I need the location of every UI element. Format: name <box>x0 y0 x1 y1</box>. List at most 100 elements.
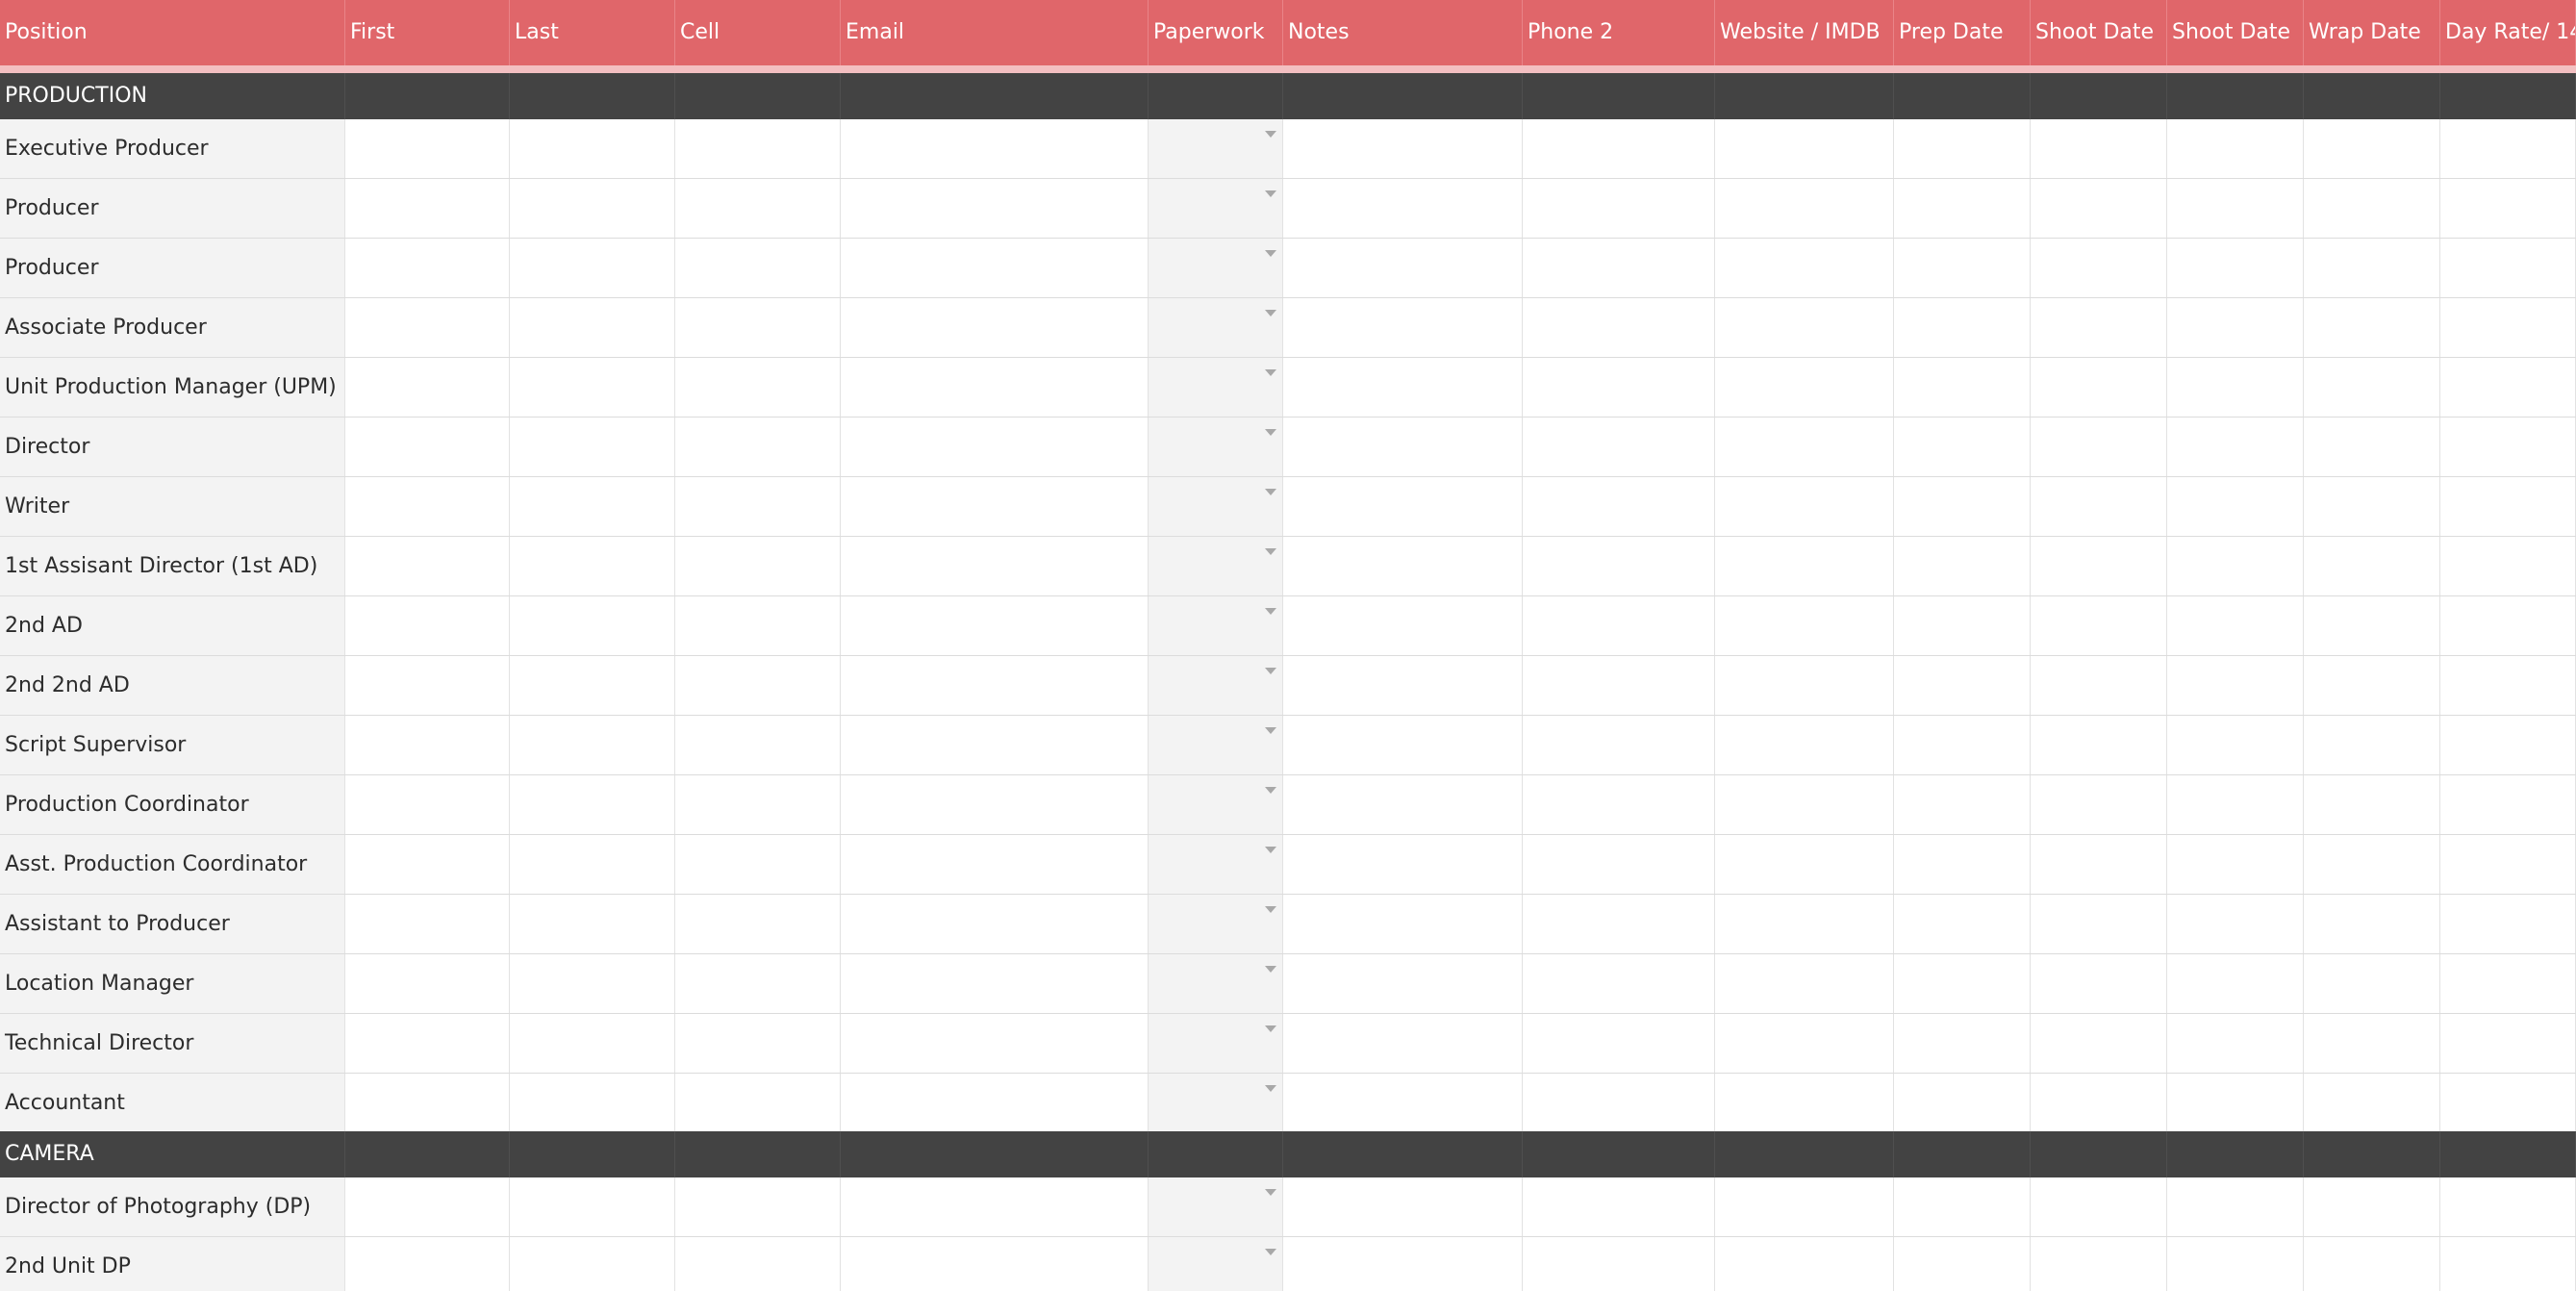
notes-cell[interactable] <box>1283 298 1523 357</box>
wrap-date-cell[interactable] <box>2304 656 2440 715</box>
shoot-date-2-cell[interactable] <box>2167 1074 2304 1132</box>
position-cell[interactable]: Technical Director <box>0 1014 345 1073</box>
paperwork-dropdown[interactable] <box>1149 1014 1283 1073</box>
first-cell[interactable] <box>345 477 510 536</box>
shoot-date-2-cell[interactable] <box>2167 239 2304 297</box>
last-cell[interactable] <box>510 596 675 655</box>
cell-cell[interactable] <box>675 418 841 476</box>
cell-cell[interactable] <box>675 239 841 297</box>
position-cell[interactable]: Director of Photography (DP) <box>0 1177 345 1236</box>
wrap-date-cell[interactable] <box>2304 119 2440 178</box>
notes-cell[interactable] <box>1283 179 1523 238</box>
email-cell[interactable] <box>841 835 1149 894</box>
first-cell[interactable] <box>345 179 510 238</box>
phone-2-cell[interactable] <box>1523 1237 1715 1291</box>
shoot-date-cell[interactable] <box>2031 1014 2167 1073</box>
paperwork-dropdown[interactable] <box>1149 239 1283 297</box>
website-imdb-cell[interactable] <box>1715 119 1894 178</box>
shoot-date-cell[interactable] <box>2031 775 2167 834</box>
phone-2-cell[interactable] <box>1523 119 1715 178</box>
day-rate-cell[interactable] <box>2440 477 2576 536</box>
dropdown-arrow-icon[interactable] <box>1265 310 1276 316</box>
phone-2-cell[interactable] <box>1523 179 1715 238</box>
wrap-date-cell[interactable] <box>2304 477 2440 536</box>
email-cell[interactable] <box>841 954 1149 1013</box>
cell-cell[interactable] <box>675 895 841 953</box>
cell-cell[interactable] <box>675 477 841 536</box>
cell-cell[interactable] <box>675 119 841 178</box>
prep-date-cell[interactable] <box>1894 596 2031 655</box>
phone-2-cell[interactable] <box>1523 418 1715 476</box>
shoot-date-2-cell[interactable] <box>2167 596 2304 655</box>
shoot-date-2-cell[interactable] <box>2167 775 2304 834</box>
website-imdb-cell[interactable] <box>1715 716 1894 774</box>
shoot-date-cell[interactable] <box>2031 239 2167 297</box>
wrap-date-cell[interactable] <box>2304 298 2440 357</box>
last-cell[interactable] <box>510 1177 675 1236</box>
notes-cell[interactable] <box>1283 1074 1523 1132</box>
email-cell[interactable] <box>841 1177 1149 1236</box>
last-cell[interactable] <box>510 298 675 357</box>
shoot-date-cell[interactable] <box>2031 1177 2167 1236</box>
shoot-date-2-cell[interactable] <box>2167 298 2304 357</box>
notes-cell[interactable] <box>1283 835 1523 894</box>
cell-cell[interactable] <box>675 954 841 1013</box>
notes-cell[interactable] <box>1283 537 1523 595</box>
last-cell[interactable] <box>510 477 675 536</box>
dropdown-arrow-icon[interactable] <box>1265 787 1276 794</box>
column-header-email[interactable]: Email <box>841 0 1149 65</box>
wrap-date-cell[interactable] <box>2304 537 2440 595</box>
cell-cell[interactable] <box>675 179 841 238</box>
website-imdb-cell[interactable] <box>1715 298 1894 357</box>
shoot-date-2-cell[interactable] <box>2167 716 2304 774</box>
phone-2-cell[interactable] <box>1523 596 1715 655</box>
dropdown-arrow-icon[interactable] <box>1265 1249 1276 1255</box>
shoot-date-2-cell[interactable] <box>2167 1177 2304 1236</box>
prep-date-cell[interactable] <box>1894 358 2031 417</box>
email-cell[interactable] <box>841 716 1149 774</box>
website-imdb-cell[interactable] <box>1715 1074 1894 1132</box>
dropdown-arrow-icon[interactable] <box>1265 906 1276 913</box>
day-rate-cell[interactable] <box>2440 298 2576 357</box>
dropdown-arrow-icon[interactable] <box>1265 1189 1276 1196</box>
phone-2-cell[interactable] <box>1523 358 1715 417</box>
dropdown-arrow-icon[interactable] <box>1265 608 1276 615</box>
notes-cell[interactable] <box>1283 596 1523 655</box>
prep-date-cell[interactable] <box>1894 895 2031 953</box>
paperwork-dropdown[interactable] <box>1149 775 1283 834</box>
first-cell[interactable] <box>345 716 510 774</box>
paperwork-dropdown[interactable] <box>1149 954 1283 1013</box>
email-cell[interactable] <box>841 418 1149 476</box>
day-rate-cell[interactable] <box>2440 775 2576 834</box>
email-cell[interactable] <box>841 1237 1149 1291</box>
notes-cell[interactable] <box>1283 656 1523 715</box>
day-rate-cell[interactable] <box>2440 596 2576 655</box>
paperwork-dropdown[interactable] <box>1149 537 1283 595</box>
notes-cell[interactable] <box>1283 716 1523 774</box>
wrap-date-cell[interactable] <box>2304 418 2440 476</box>
prep-date-cell[interactable] <box>1894 418 2031 476</box>
email-cell[interactable] <box>841 895 1149 953</box>
prep-date-cell[interactable] <box>1894 1014 2031 1073</box>
first-cell[interactable] <box>345 418 510 476</box>
shoot-date-2-cell[interactable] <box>2167 835 2304 894</box>
first-cell[interactable] <box>345 358 510 417</box>
prep-date-cell[interactable] <box>1894 954 2031 1013</box>
shoot-date-cell[interactable] <box>2031 716 2167 774</box>
shoot-date-cell[interactable] <box>2031 895 2167 953</box>
column-header-last[interactable]: Last <box>510 0 675 65</box>
email-cell[interactable] <box>841 298 1149 357</box>
day-rate-cell[interactable] <box>2440 358 2576 417</box>
day-rate-cell[interactable] <box>2440 1177 2576 1236</box>
paperwork-dropdown[interactable] <box>1149 1237 1283 1291</box>
position-cell[interactable]: Asst. Production Coordinator <box>0 835 345 894</box>
shoot-date-2-cell[interactable] <box>2167 1014 2304 1073</box>
paperwork-dropdown[interactable] <box>1149 1074 1283 1132</box>
column-header-prep-date[interactable]: Prep Date <box>1894 0 2031 65</box>
shoot-date-cell[interactable] <box>2031 954 2167 1013</box>
last-cell[interactable] <box>510 1014 675 1073</box>
dropdown-arrow-icon[interactable] <box>1265 548 1276 555</box>
prep-date-cell[interactable] <box>1894 1074 2031 1132</box>
shoot-date-cell[interactable] <box>2031 358 2167 417</box>
phone-2-cell[interactable] <box>1523 1177 1715 1236</box>
